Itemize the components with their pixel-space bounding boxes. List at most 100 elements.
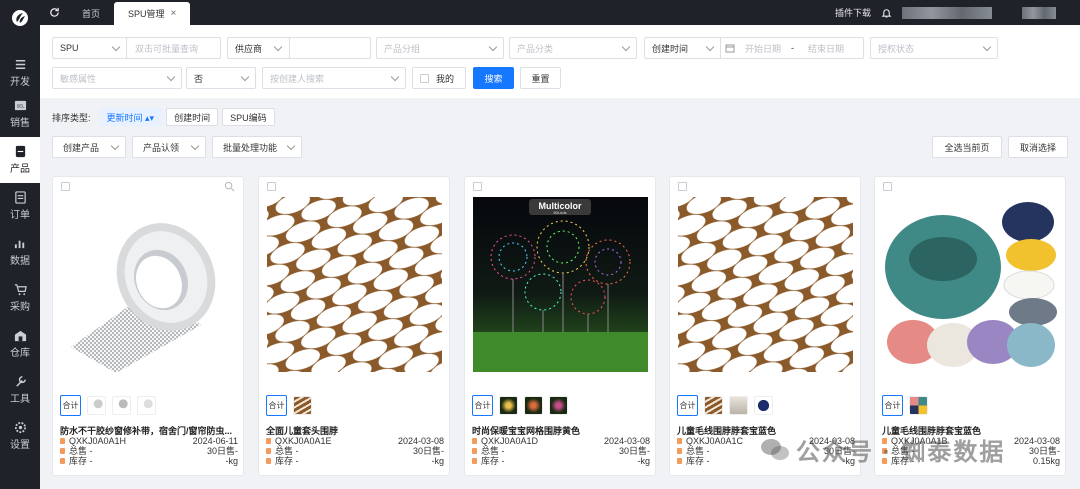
variant-thumbnail[interactable] [704,396,723,415]
time-range-group[interactable]: 创建时间 开始日期 - 结束日期 [644,37,864,59]
refresh-button[interactable] [40,0,68,25]
chevron-down-icon [286,141,296,151]
product-checkbox[interactable] [267,182,276,191]
sensitive-value-select[interactable]: 否 [186,67,256,89]
total-sales: 总售 - [69,446,93,456]
product-checkbox[interactable] [678,182,687,191]
mine-label: 我的 [436,73,455,84]
tab-label: 首页 [82,9,101,19]
sort-update-time[interactable]: 更新时间 ▴▾ [98,108,163,126]
product-card[interactable]: 合计 防水不干胶纱窗修补带，宿舍门/窗帘防虫... QXKJ0A0A1H 2024… [52,176,244,476]
bell-icon[interactable] [881,7,892,18]
mine-checkbox-group[interactable]: 我的 [412,67,466,89]
spu-search-group[interactable]: SPU 双击可批量查询 [52,37,221,59]
variant-thumbnail[interactable] [499,396,518,415]
logo-icon [12,10,28,26]
sidebar-item-data[interactable]: 数据 [0,229,40,275]
variant-thumbnail[interactable] [87,396,106,415]
chevron-down-icon [240,72,250,82]
spu-batch-input[interactable]: 双击可批量查询 [135,42,198,55]
sidebar-item-develop[interactable]: 开发 [0,50,40,96]
sum-button[interactable]: 合计 [472,395,493,416]
sidebar-item-orders[interactable]: 订单 [0,183,40,229]
supplier-group[interactable]: 供应商 [227,37,371,59]
variant-thumbnail[interactable] [549,396,568,415]
mine-checkbox[interactable] [420,73,429,83]
thumbnail-row: 合计 [266,395,312,416]
filter-panel: SPU 双击可批量查询 供应商 产品分组 产品分类 创建时间 开始日期 - 结束… [40,25,1080,98]
variant-thumbnail[interactable] [729,396,748,415]
knit-scarf-image [678,197,853,372]
auth-status-select[interactable]: 授权状态 [870,37,998,59]
calendar-icon [725,44,735,53]
product-checkbox[interactable] [883,182,892,191]
close-icon[interactable]: × [171,8,177,19]
start-date-input[interactable]: 开始日期 [745,42,781,55]
user-avatar-blurred[interactable] [1022,6,1056,19]
batch-actions-button[interactable]: 批量处理功能 [212,136,302,158]
stock-row: 库存 - -kg [60,456,238,466]
product-category-select[interactable]: 产品分类 [509,37,637,59]
product-group-select[interactable]: 产品分组 [376,37,504,59]
chevron-down-icon [488,42,498,52]
variant-thumbnail[interactable] [909,396,928,415]
product-card[interactable]: 合计 儿童毛线围脖脖套宝蓝色 QXKJ0A0A1B 2024-03-08 总售 -… [874,176,1066,476]
product-image[interactable] [883,197,1058,372]
product-card[interactable]: 合计 儿童毛线围脖脖套宝蓝色 QXKJ0A0A1C 2024-03-08 总售 -… [669,176,861,476]
stock-icon [266,458,271,464]
time-type-select[interactable]: 创建时间 [652,42,688,55]
sales-30d: 30日售- [1028,446,1060,456]
product-image[interactable] [678,197,853,372]
sidebar-item-label: 工具 [10,394,30,405]
select-current-page-button[interactable]: 全选当前页 [932,136,1002,158]
user-info-blurred [902,6,992,19]
tab-home[interactable]: 首页 [68,2,114,25]
sidebar-item-tools[interactable]: 工具 [0,367,40,413]
chevron-down-icon [111,42,121,52]
supplier-select[interactable]: 供应商 [235,42,262,55]
sales-30d: 30日售- [206,446,238,456]
sidebar-item-sales[interactable]: SEL 销售 [0,91,40,137]
search-button[interactable]: 搜索 [473,67,514,89]
variant-thumbnail[interactable] [293,396,312,415]
product-image[interactable]: Multicolor 60Leds [473,197,648,372]
create-product-button[interactable]: 创建产品 [52,136,126,158]
weight: 0.15kg [1032,456,1060,466]
sales-30d: 30日售- [412,446,444,456]
product-checkbox[interactable] [61,182,70,191]
sidebar-item-product[interactable]: 产品 [0,137,40,183]
variant-thumbnail[interactable] [137,396,156,415]
product-claim-button[interactable]: 产品认领 [132,136,206,158]
end-date-input[interactable]: 结束日期 [808,42,844,55]
neck-warmers-image [883,197,1058,372]
sum-button[interactable]: 合计 [882,395,903,416]
tab-spu-management[interactable]: SPU管理 × [114,2,191,25]
variant-thumbnail[interactable] [524,396,543,415]
sort-spu-code[interactable]: SPU编码 [222,108,275,126]
sort-create-time[interactable]: 创建时间 [166,108,219,126]
creator-search-select[interactable]: 按创建人搜索 [262,67,406,89]
sum-button[interactable]: 合计 [60,395,81,416]
variant-thumbnail[interactable] [754,396,773,415]
product-image[interactable] [267,197,442,372]
product-card[interactable]: Multicolor 60Leds 合计 时尚保暖宝宝网格围脖黄色 QXKJ0A… [464,176,656,476]
cancel-selection-button[interactable]: 取消选择 [1008,136,1068,158]
product-checkbox[interactable] [473,182,482,191]
spu-select[interactable]: SPU [60,43,79,53]
plugin-download-link[interactable]: 插件下载 [835,6,871,19]
divider [720,38,721,58]
sensitive-attr-select[interactable]: 敏感属性 [52,67,182,89]
product-card[interactable]: 合计 全面儿童套头围脖 QXKJ0A0A1E 2024-03-08 总售 -30日… [258,176,450,476]
app-logo[interactable] [0,0,40,36]
sum-button[interactable]: 合计 [677,395,698,416]
sidebar-item-warehouse[interactable]: 仓库 [0,321,40,367]
thumbnail-row: 合计 [60,395,156,416]
sidebar-item-settings[interactable]: 设置 [0,413,40,459]
sidebar-item-purchase[interactable]: 采购 [0,275,40,321]
variant-thumbnail[interactable] [112,396,131,415]
sidebar-item-label: 数据 [10,256,30,267]
sum-button[interactable]: 合计 [266,395,287,416]
reset-button[interactable]: 重置 [520,67,561,89]
zoom-icon[interactable] [224,181,235,192]
product-image[interactable] [61,197,236,372]
